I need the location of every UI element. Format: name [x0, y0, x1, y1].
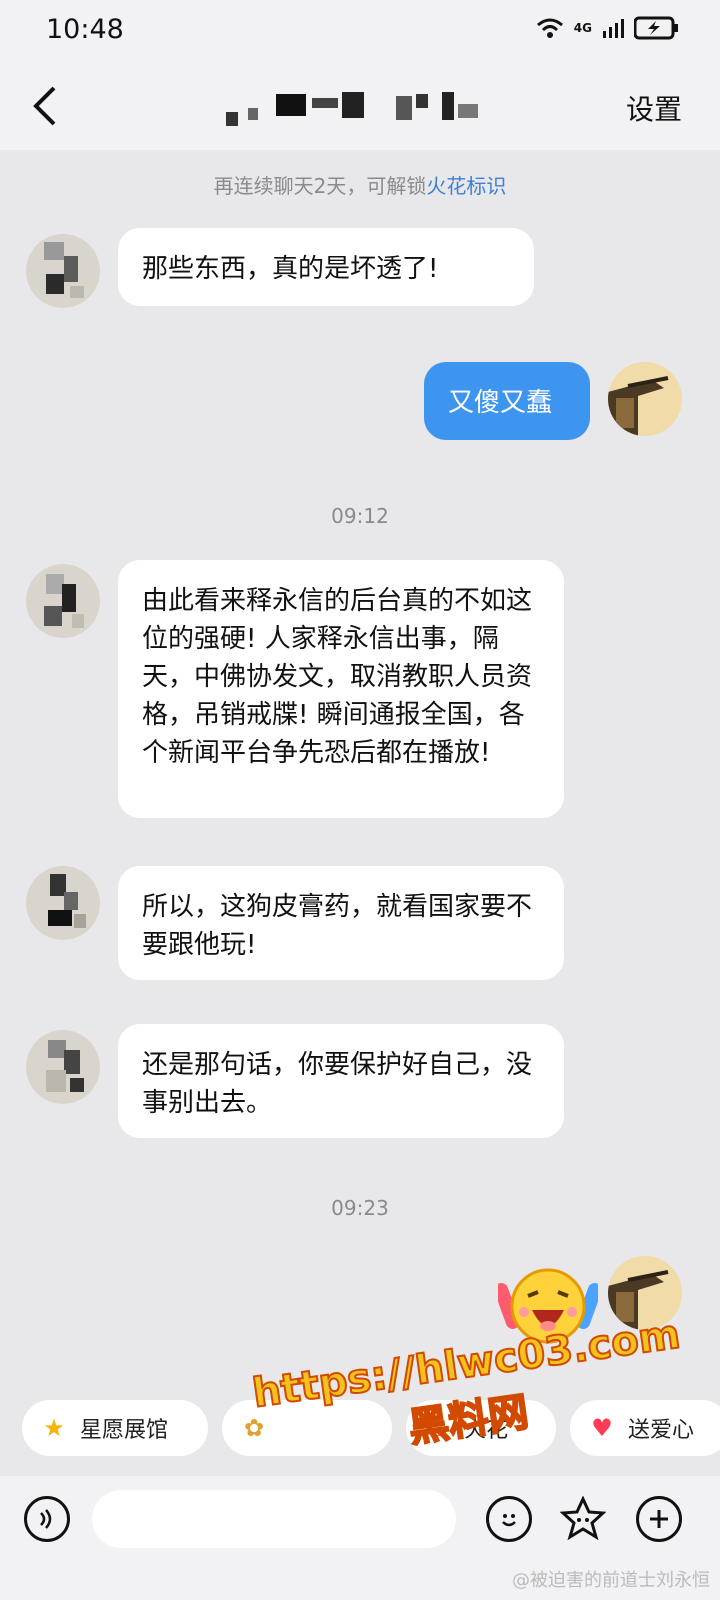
chip-spark[interactable]: ♨ 火花: [406, 1400, 556, 1456]
quick-action-bar: ★ 星愿展馆 ✿ ♨ 火花 ♥ 送爱心: [0, 1392, 720, 1472]
user-avatar[interactable]: [608, 362, 682, 436]
star-icon: ★: [43, 1414, 65, 1442]
contact-avatar[interactable]: [26, 866, 100, 940]
chip-label: 火花: [464, 1418, 509, 1443]
voice-input-button[interactable]: [24, 1496, 70, 1542]
settings-button[interactable]: 设置: [626, 88, 682, 128]
back-icon[interactable]: [26, 84, 66, 128]
plus-icon: [650, 1510, 668, 1528]
spark-link[interactable]: 火花标识: [426, 174, 506, 198]
chip-star-museum[interactable]: ★ 星愿展馆: [22, 1400, 208, 1456]
top-bar: 10:48 4G 设置: [0, 0, 720, 150]
contact-name-pixelated: [226, 92, 478, 126]
network-label: 4G: [573, 21, 592, 35]
contact-avatar[interactable]: [26, 234, 100, 308]
chip-paw[interactable]: ✿: [222, 1400, 392, 1456]
timestamp: 09:23: [331, 1196, 389, 1220]
message-bubble[interactable]: 那些东西，真的是坏透了!: [118, 228, 534, 306]
message-bubble[interactable]: 还是那句话，你要保护好自己，没事别出去。: [118, 1024, 564, 1138]
emoji-button[interactable]: [486, 1496, 532, 1542]
laughing-emoji-sticker[interactable]: [498, 1260, 598, 1350]
smile-icon: [502, 1514, 516, 1527]
battery-icon: [634, 16, 678, 40]
favorites-button[interactable]: [560, 1496, 606, 1542]
user-avatar[interactable]: [608, 1256, 682, 1330]
voice-icon: [40, 1509, 52, 1529]
message-bubble[interactable]: 所以，这狗皮膏药，就看国家要不要跟他玩!: [118, 866, 564, 980]
status-time: 10:48: [46, 14, 124, 45]
status-icons: 4G: [536, 16, 680, 40]
signal-icon: [603, 19, 624, 38]
contact-avatar[interactable]: [26, 564, 100, 638]
source-credit: @被迫害的前道士刘永恒: [512, 1570, 710, 1591]
chip-label: 送爱心: [628, 1418, 695, 1443]
chip-send-love[interactable]: ♥ 送爱心: [570, 1400, 720, 1456]
contact-avatar[interactable]: [26, 1030, 100, 1104]
chip-label: 星愿展馆: [80, 1418, 169, 1443]
heart-icon: ♥: [591, 1414, 613, 1442]
message-bubble-self[interactable]: 又傻又蠢: [424, 362, 590, 440]
notice-text: 再连续聊天2天，可解锁: [213, 174, 427, 198]
spark-notice: 再连续聊天2天，可解锁火花标识: [0, 170, 720, 199]
timestamp: 09:12: [331, 504, 389, 528]
paw-icon: ✿: [243, 1414, 265, 1442]
fire-icon: ♨: [427, 1414, 449, 1442]
message-input[interactable]: [92, 1490, 456, 1548]
more-button[interactable]: [636, 1496, 682, 1542]
star-face-icon: [560, 1496, 606, 1541]
message-bubble[interactable]: 由此看来释永信的后台真的不如这位的强硬! 人家释永信出事，隔天，中佛协发文，取消…: [118, 560, 564, 818]
wifi-icon: [536, 18, 563, 38]
